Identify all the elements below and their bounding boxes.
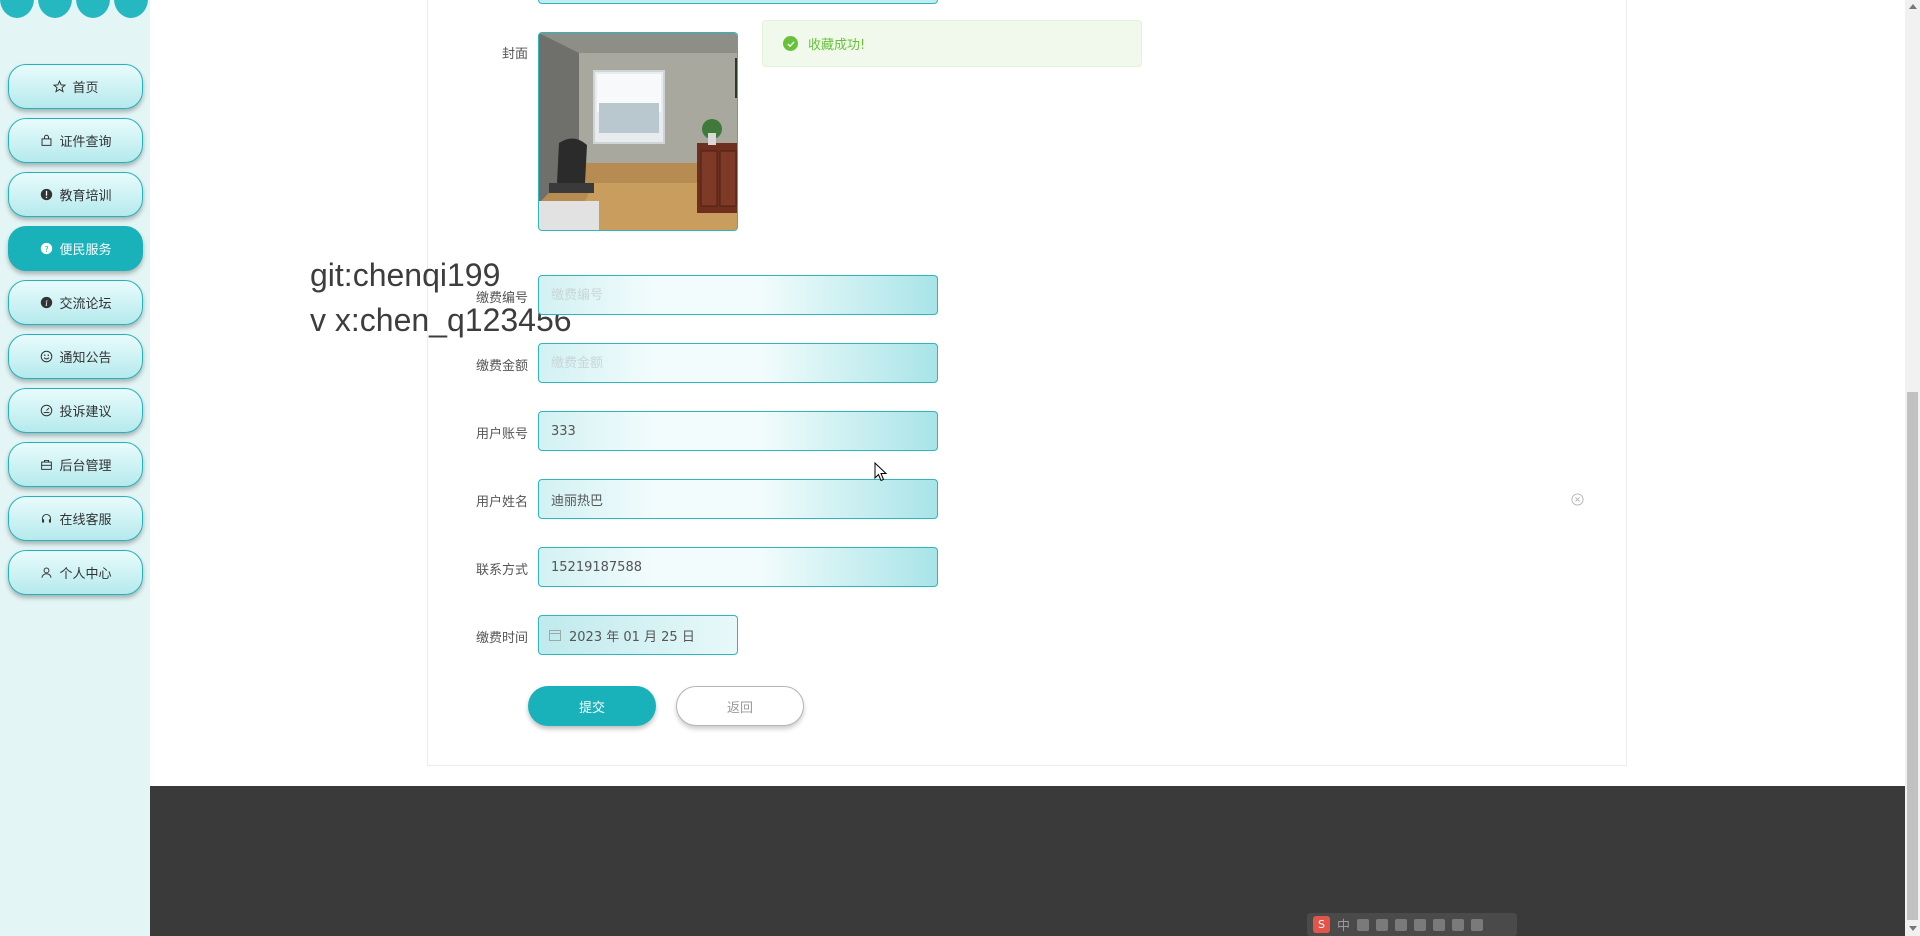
submit-button[interactable]: 提交 (528, 686, 656, 726)
sidebar-item-forum[interactable]: i 交流论坛 (8, 280, 143, 325)
cover-image[interactable] (538, 32, 738, 231)
check-circle-icon (783, 36, 798, 51)
decorative-circles (0, 0, 148, 18)
sidebar-item-label: 后台管理 (59, 459, 112, 474)
fee-amount-label: 缴费金额 (475, 359, 528, 374)
success-toast: 收藏成功! (762, 20, 1142, 67)
user-account-field[interactable] (538, 411, 938, 451)
sidebar: 首页 证件查询 教育培训 ? 便民服务 i 交流论坛 通知公告 投诉建议 后台管… (0, 0, 150, 936)
alert-circle-icon (39, 188, 53, 202)
vertical-scrollbar[interactable] (1905, 0, 1920, 936)
sidebar-item-home[interactable]: 首页 (8, 64, 143, 109)
scroll-down-arrow-icon[interactable] (1909, 926, 1917, 931)
info-circle-icon: i (39, 296, 53, 310)
contact-field[interactable] (538, 547, 938, 587)
svg-text:?: ? (44, 244, 48, 254)
ime-language[interactable]: 中 (1337, 915, 1350, 934)
bag-icon (39, 134, 53, 148)
dial-icon (39, 404, 53, 418)
fee-amount-field[interactable] (538, 343, 938, 383)
headset-icon (39, 512, 53, 526)
user-icon (39, 566, 53, 580)
sidebar-item-complaint[interactable]: 投诉建议 (8, 388, 143, 433)
contact-input[interactable] (551, 548, 937, 586)
fee-amount-input[interactable] (551, 344, 937, 382)
svg-text:i: i (45, 298, 48, 308)
mic-icon[interactable] (1414, 918, 1427, 931)
fee-no-label: 缴费编号 (475, 291, 528, 306)
calendar-icon (549, 630, 561, 641)
sidebar-item-label: 交流论坛 (59, 297, 112, 312)
back-button[interactable]: 返回 (676, 686, 804, 726)
smile-icon (39, 350, 53, 364)
user-account-input[interactable] (551, 412, 937, 450)
sidebar-item-convenience-service[interactable]: ? 便民服务 (8, 226, 143, 271)
room-photo (539, 33, 737, 230)
fee-no-input[interactable] (551, 276, 937, 314)
pay-time-label: 缴费时间 (475, 631, 528, 646)
sidebar-nav: 首页 证件查询 教育培训 ? 便民服务 i 交流论坛 通知公告 投诉建议 后台管… (8, 64, 143, 604)
user-name-label: 用户姓名 (475, 495, 528, 510)
toast-message: 收藏成功! (808, 38, 866, 53)
sidebar-item-label: 便民服务 (59, 243, 112, 258)
pay-time-date-picker[interactable]: 2023 年 01 月 25 日 (538, 615, 738, 655)
sidebar-item-online-service[interactable]: 在线客服 (8, 496, 143, 541)
keyboard-icon[interactable] (1395, 918, 1408, 931)
question-circle-icon: ? (39, 242, 53, 256)
clear-circle-icon[interactable] (1571, 493, 1584, 506)
sidebar-item-label: 在线客服 (59, 513, 112, 528)
sidebar-item-notice[interactable]: 通知公告 (8, 334, 143, 379)
sidebar-item-personal-center[interactable]: 个人中心 (8, 550, 143, 595)
contact-label: 联系方式 (475, 563, 528, 578)
moon-icon[interactable] (1357, 918, 1370, 931)
sidebar-item-label: 证件查询 (59, 135, 112, 150)
settings-icon[interactable] (1471, 918, 1484, 931)
sidebar-item-label: 个人中心 (59, 567, 112, 582)
skin-icon[interactable] (1452, 918, 1465, 931)
star-icon (52, 80, 66, 94)
footer (150, 786, 1905, 936)
cover-label: 封面 (501, 47, 528, 62)
pay-time-value: 2023 年 01 月 25 日 (569, 629, 695, 645)
sidebar-item-certificate-query[interactable]: 证件查询 (8, 118, 143, 163)
user-name-input[interactable] (551, 480, 937, 518)
previous-field-edge (538, 0, 938, 4)
scroll-up-arrow-icon[interactable] (1909, 4, 1917, 9)
sidebar-item-label: 投诉建议 (59, 405, 112, 420)
punctuation-icon[interactable] (1376, 918, 1389, 931)
toolbox-icon[interactable] (1433, 918, 1446, 931)
mouse-cursor-icon (874, 462, 888, 482)
ime-logo-icon: S (1313, 916, 1330, 933)
sidebar-item-label: 首页 (72, 81, 99, 96)
sidebar-item-education[interactable]: 教育培训 (8, 172, 143, 217)
sidebar-item-label: 教育培训 (59, 189, 112, 204)
sidebar-item-admin[interactable]: 后台管理 (8, 442, 143, 487)
user-account-label: 用户账号 (475, 427, 528, 442)
box-icon (39, 458, 53, 472)
scroll-thumb[interactable] (1907, 392, 1918, 920)
fee-no-field[interactable] (538, 275, 938, 315)
ime-toolbar[interactable]: S 中 (1307, 913, 1517, 936)
user-name-field[interactable] (538, 479, 938, 519)
sidebar-item-label: 通知公告 (59, 351, 112, 366)
